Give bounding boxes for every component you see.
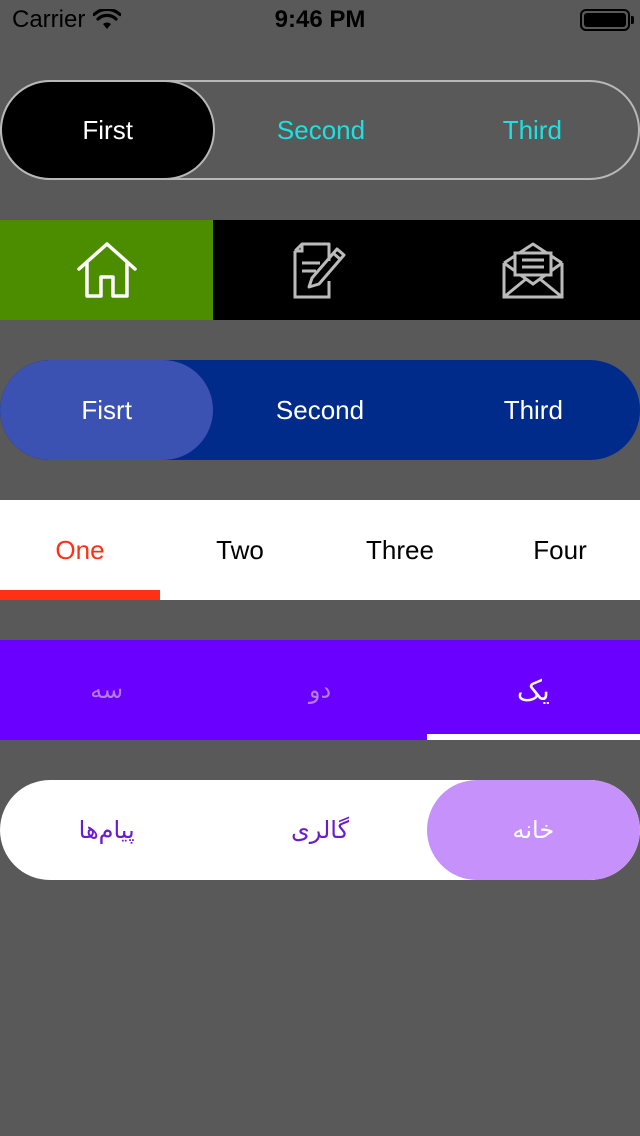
segmented-control-rtl-pill: خانه گالری پیام‌ها	[0, 780, 640, 880]
segment-label: خانه	[512, 816, 555, 844]
tab-label: Two	[216, 534, 264, 565]
status-bar: Carrier 9:46 PM	[0, 0, 640, 40]
tab-label: One	[55, 534, 105, 565]
tab-bar-underline: One Two Three Four	[0, 500, 640, 600]
segment-label: Fisrt	[81, 394, 132, 425]
mail-icon	[502, 242, 564, 299]
tab-yek[interactable]: یک	[426, 640, 640, 740]
segment-label: Third	[502, 114, 562, 145]
segment-second[interactable]: Second	[215, 82, 426, 178]
segment-third[interactable]: Third	[427, 360, 640, 460]
segment-edit[interactable]	[213, 220, 426, 320]
tab-bar-rtl: یک دو سه	[0, 640, 640, 740]
segmented-control-3: Fisrt Second Third	[0, 360, 640, 460]
home-icon	[76, 242, 137, 298]
icon-segmented-control	[0, 220, 640, 320]
segmented-control-1: First Second Third	[0, 80, 640, 180]
edit-document-icon	[293, 242, 346, 299]
segment-label: پیام‌ها	[78, 816, 135, 844]
tab-two[interactable]: Two	[160, 500, 320, 600]
tab-label: دو	[308, 676, 332, 704]
battery-icon	[580, 9, 634, 31]
tab-label: Three	[366, 534, 434, 565]
segment-home[interactable]: خانه	[426, 780, 640, 880]
segment-third[interactable]: Third	[427, 82, 638, 178]
segment-mail[interactable]	[427, 220, 640, 320]
segment-label: First	[82, 114, 133, 145]
tab-three[interactable]: Three	[320, 500, 480, 600]
segment-gallery[interactable]: گالری	[213, 780, 426, 880]
tab-label: سه	[90, 676, 124, 704]
segment-label: Second	[276, 114, 366, 145]
segment-first[interactable]: First	[0, 80, 216, 180]
segment-label: گالری	[290, 816, 350, 844]
segment-home[interactable]	[0, 220, 214, 320]
segment-first[interactable]: Fisrt	[0, 360, 214, 460]
tab-se[interactable]: سه	[0, 640, 213, 740]
segment-label: Third	[503, 394, 563, 425]
segment-second[interactable]: Second	[213, 360, 426, 460]
segment-label: Second	[275, 394, 365, 425]
tab-four[interactable]: Four	[480, 500, 640, 600]
segment-messages[interactable]: پیام‌ها	[0, 780, 213, 880]
tab-label: یک	[516, 673, 550, 707]
status-time: 9:46 PM	[274, 6, 366, 33]
tab-label: Four	[533, 534, 587, 565]
tab-one[interactable]: One	[0, 500, 160, 600]
tab-do[interactable]: دو	[213, 640, 426, 740]
